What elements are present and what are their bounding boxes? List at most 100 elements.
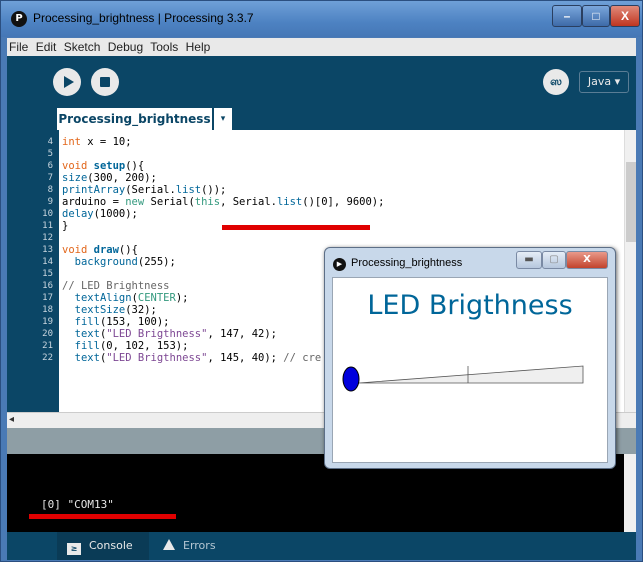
play-icon[interactable]	[53, 68, 81, 96]
code-text: int x = 10;	[62, 136, 132, 148]
code-text: delay(1000);	[62, 208, 138, 220]
line-number: 12	[42, 233, 53, 243]
line-number: 17	[42, 293, 53, 303]
bottom-tab-bar: ≥ Console Errors	[7, 532, 636, 560]
code-line[interactable]: 7 size(300, 200);	[7, 172, 636, 184]
code-token: new	[125, 196, 145, 208]
red-underline-console	[29, 514, 176, 519]
tab-menu-arrow-icon[interactable]: ▾	[214, 108, 232, 130]
code-token: this	[194, 196, 221, 208]
line-number: 15	[42, 269, 53, 279]
code-token: int	[62, 136, 81, 148]
sketch-maximize-button[interactable]: ▢	[542, 251, 566, 269]
code-token: , 145, 40);	[207, 352, 284, 364]
tab-errors[interactable]: Errors	[155, 532, 235, 560]
title-bar[interactable]: P Processing_brightness | Processing 3.3…	[1, 1, 642, 37]
code-token: list	[175, 184, 202, 196]
code-token: (32);	[125, 304, 157, 316]
code-token: text	[74, 328, 100, 340]
slider-knob[interactable]	[342, 366, 360, 392]
code-token: }	[62, 220, 69, 232]
sketch-minimize-button[interactable]: ▬	[516, 251, 542, 269]
line-number: 5	[47, 149, 53, 159]
code-token: delay	[62, 208, 94, 220]
code-token: (153, 100);	[99, 316, 170, 328]
editor-scroll-thumb[interactable]	[626, 162, 636, 242]
toolbar: ஸ Java ▾	[7, 56, 636, 108]
code-token: CENTER	[137, 292, 176, 304]
code-line[interactable]: 12	[7, 232, 636, 244]
tab-processing-brightness[interactable]: Processing_brightness	[57, 108, 212, 130]
code-line[interactable]: 9 arduino = new Serial(this, Serial.list(…	[7, 196, 636, 208]
code-token: printArray	[62, 184, 126, 196]
sketch-window-title: Processing_brightness	[351, 257, 463, 269]
editor-vertical-scrollbar[interactable]	[624, 130, 636, 412]
code-text: text("LED Brigthness", 147, 42);	[62, 328, 277, 340]
mode-selector[interactable]: Java ▾	[579, 71, 629, 93]
code-token: Serial(	[144, 196, 195, 208]
code-token: , Serial.	[220, 196, 277, 208]
code-text: textSize(32);	[62, 304, 157, 316]
tab-console[interactable]: ≥ Console	[57, 532, 149, 560]
code-line[interactable]: 8 printArray(Serial.list());	[7, 184, 636, 196]
menu-tools[interactable]: Tools	[150, 40, 178, 54]
line-number: 7	[47, 173, 53, 183]
code-line[interactable]: 5	[7, 148, 636, 160]
console-scrollbar[interactable]	[624, 454, 636, 532]
code-token: draw	[93, 244, 119, 256]
code-token: , 147, 42);	[207, 328, 277, 340]
code-text: text("LED Brigthness", 145, 40); // cre	[62, 352, 322, 364]
code-token: (){	[118, 244, 138, 256]
menu-edit[interactable]: Edit	[36, 40, 57, 54]
code-token: (300, 200);	[87, 172, 157, 184]
line-number: 8	[47, 185, 53, 195]
code-text: void setup(){	[62, 160, 144, 172]
butterfly-icon[interactable]: ஸ	[543, 69, 569, 95]
maximize-button[interactable]: □	[582, 5, 610, 27]
brightness-slider[interactable]	[333, 278, 609, 464]
console-output-line: [0] "COM13"	[41, 498, 114, 511]
code-token: (0, 102, 153);	[99, 340, 189, 352]
menu-debug[interactable]: Debug	[108, 40, 143, 54]
line-number: 22	[42, 353, 53, 363]
menu-file[interactable]: File	[9, 40, 28, 54]
code-text: textAlign(CENTER);	[62, 292, 189, 304]
code-line[interactable]: 10 delay(1000);	[7, 208, 636, 220]
code-text: fill(153, 100);	[62, 316, 170, 328]
menu-help[interactable]: Help	[186, 40, 211, 54]
line-number: 20	[42, 329, 53, 339]
code-token: text	[74, 352, 100, 364]
menu-sketch[interactable]: Sketch	[64, 40, 101, 54]
line-number: 16	[42, 281, 53, 291]
code-token: fill	[74, 316, 100, 328]
line-number: 14	[42, 257, 53, 267]
console-tab-label: Console	[89, 539, 133, 552]
slider-wedge-track	[358, 365, 584, 384]
stop-icon[interactable]	[91, 68, 119, 96]
code-text: fill(0, 102, 153);	[62, 340, 189, 352]
code-line[interactable]: 4 int x = 10;	[7, 136, 636, 148]
code-token: (){	[125, 160, 145, 172]
minimize-button[interactable]: –	[552, 5, 582, 27]
close-button[interactable]: X	[610, 5, 640, 27]
processing-app-icon: P	[11, 11, 27, 27]
sketch-canvas[interactable]: LED Brigthness	[332, 277, 608, 463]
code-token: void	[62, 160, 88, 172]
code-token: void	[62, 244, 88, 256]
code-token: "LED Brigthness"	[106, 352, 208, 364]
scroll-left-icon[interactable]: ◂	[9, 414, 14, 425]
line-number: 18	[42, 305, 53, 315]
code-token: ());	[201, 184, 227, 196]
code-text: printArray(Serial.list());	[62, 184, 226, 196]
sketch-close-button[interactable]: X	[566, 251, 608, 269]
code-line[interactable]: 6 void setup(){	[7, 160, 636, 172]
sketch-app-icon: ▶	[333, 258, 346, 271]
window-title: Processing_brightness | Processing 3.3.7	[33, 11, 254, 25]
code-token: background	[74, 256, 138, 268]
code-token: "LED Brigthness"	[106, 328, 208, 340]
code-token: // cre	[283, 352, 322, 364]
code-token: textAlign	[74, 292, 132, 304]
